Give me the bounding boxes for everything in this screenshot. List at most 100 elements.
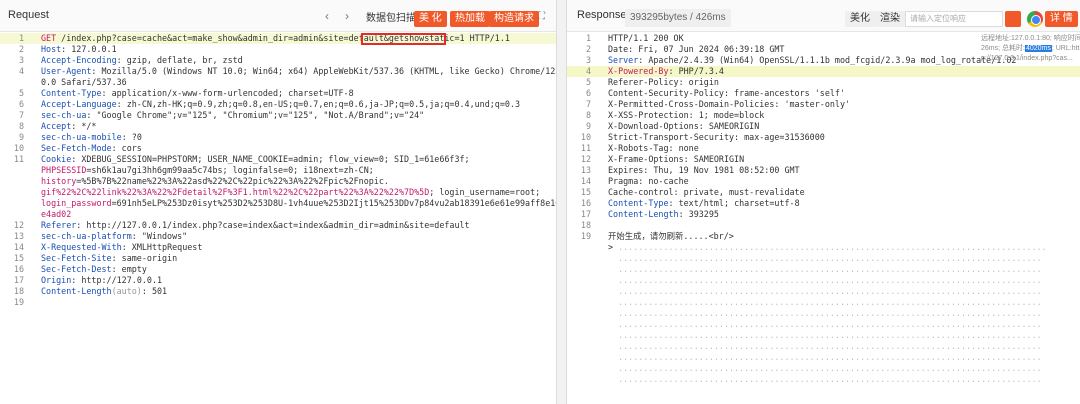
code-token: /index.php?case=cache&act=make_show&admi…	[56, 33, 510, 43]
line-number: 9	[18, 132, 24, 142]
code-token: Expires: Thu, 19 Nov 1981 08:52:00 GMT	[608, 165, 800, 175]
code-token: : text/html; charset=utf-8	[668, 198, 800, 208]
search-icon[interactable]	[1005, 11, 1021, 27]
request-line: 12 Referer: http://127.0.0.1/index.php?ca…	[0, 220, 556, 231]
code-token: GET	[41, 33, 57, 43]
line-text: 开始生成，请勿刷新.....<br/>	[608, 231, 734, 242]
line-text: Content-Length: 393295	[608, 209, 719, 220]
response-stats: 393295bytes / 426ms	[625, 9, 731, 27]
code-token: : http://127.0.0.1	[71, 275, 163, 285]
render-button[interactable]: 渲染	[875, 11, 905, 27]
line-text: ........................................…	[608, 374, 1042, 385]
line-number: 8	[585, 110, 591, 120]
code-token: e4ad02	[41, 209, 72, 219]
code-token: User-Agent	[41, 66, 92, 76]
details-button[interactable]: 详 情	[1045, 11, 1078, 27]
request-line: 6 Accept-Language: zh-CN,zh-HK;q=0.9,zh;q…	[0, 99, 556, 110]
line-text: Cache-control: private, must-revalidate	[608, 187, 805, 198]
code-token: X-Permitted-Cross-Domain-Policies: 'mast…	[608, 99, 851, 109]
response-line: 11 X-Robots-Tag: none	[567, 143, 1080, 154]
response-line: ........................................…	[567, 319, 1080, 330]
line-number: 19	[580, 231, 591, 241]
response-line: ........................................…	[567, 363, 1080, 374]
response-line: ........................................…	[567, 330, 1080, 341]
line-number: 6	[585, 88, 591, 98]
line-text: Expires: Thu, 19 Nov 1981 08:52:00 GMT	[608, 165, 800, 176]
request-line: 18 Content-Length(auto): 501	[0, 286, 556, 297]
line-number: 18	[580, 220, 591, 230]
beautify-button[interactable]: 美 化	[414, 11, 447, 27]
line-text: ........................................…	[608, 275, 1042, 286]
meta-line-1: 远程地址:127.0.0.1:80; 响应时间:4	[981, 35, 1080, 42]
request-line: 13 sec-ch-ua-platform: "Windows"	[0, 231, 556, 242]
line-number: 12	[13, 220, 24, 230]
code-token: =sh6k1au7gi3hh6gm99aa5c74bs; loginfalse=…	[86, 165, 374, 175]
request-line: login_password=691nh5eLP%253Dz0isyt%253D…	[0, 198, 556, 209]
response-line: ........................................…	[567, 374, 1080, 385]
forward-arrow-icon[interactable]: ›	[345, 9, 349, 23]
chrome-icon[interactable]	[1027, 11, 1043, 27]
code-token: : zh-CN,zh-HK;q=0.9,zh;q=0.8,en-US;q=0.7…	[116, 99, 521, 109]
code-token: Accept	[41, 121, 72, 131]
code-token: ........................................…	[608, 286, 1042, 296]
line-text: User-Agent: Mozilla/5.0 (Windows NT 10.0…	[41, 66, 556, 77]
hot-load-button[interactable]: 热加载	[450, 11, 490, 27]
line-text: ........................................…	[608, 330, 1042, 341]
code-token: Host	[41, 44, 62, 54]
code-token: ........................................…	[608, 308, 1042, 318]
build-request-button[interactable]: 构造请求	[489, 11, 539, 27]
response-line: ........................................…	[567, 264, 1080, 275]
code-token: Accept-Language	[41, 99, 117, 109]
code-token: Content-Security-Policy: frame-ancestors…	[608, 88, 845, 98]
line-text: GET /index.php?case=cache&act=make_show&…	[41, 33, 510, 44]
code-token: X-Requested-With	[41, 242, 122, 252]
line-text: sec-ch-ua-mobile: ?0	[41, 132, 142, 143]
code-token: >	[608, 242, 619, 252]
line-text: Content-Length(auto): 501	[41, 286, 167, 297]
code-token: Referer	[41, 220, 77, 230]
line-text: HTTP/1.1 200 OK	[608, 33, 684, 44]
line-text: login_password=691nh5eLP%253Dz0isyt%253D…	[41, 198, 556, 209]
response-line: ........................................…	[567, 352, 1080, 363]
code-token: =%5B%7B%22name%22%3A%22asd%22%2C%22pic%2…	[76, 176, 389, 186]
line-text: ........................................…	[608, 352, 1042, 363]
code-token: Sec-Fetch-Dest	[41, 264, 112, 274]
code-token: Sec-Fetch-Site	[41, 253, 112, 263]
line-number: 10	[13, 143, 24, 153]
response-beautify-button[interactable]: 美化	[845, 11, 875, 27]
code-token: : "Windows"	[131, 231, 188, 241]
code-token: : "Google Chrome";v="125", "Chromium";v=…	[86, 110, 425, 120]
pane-splitter[interactable]	[557, 0, 566, 404]
line-text: Server: Apache/2.4.39 (Win64) OpenSSL/1.…	[608, 55, 1016, 66]
request-editor[interactable]: 1 GET /index.php?case=cache&act=make_show…	[0, 33, 556, 308]
response-search-input[interactable]: 请输入定位响应	[905, 11, 1003, 27]
code-token: sec-ch-ua	[41, 110, 87, 120]
line-number: 18	[13, 286, 24, 296]
line-number: 3	[18, 55, 24, 65]
line-number: 16	[13, 264, 24, 274]
line-number: 1	[585, 33, 591, 43]
code-token: Content-Length	[608, 209, 679, 219]
code-token: ........................................…	[608, 253, 1042, 263]
code-token: Cookie	[41, 154, 72, 164]
line-text: ........................................…	[608, 308, 1042, 319]
line-text: X-Download-Options: SAMEORIGIN	[608, 121, 759, 132]
response-viewer[interactable]: 1 HTTP/1.1 200 OK 2 Date: Fri, 07 Jun 2024 …	[567, 33, 1080, 385]
code-token: HTTP/1.1 200 OK	[608, 33, 684, 43]
line-text: PHPSESSID=sh6k1au7gi3hh6gm99aa5c74bs; lo…	[41, 165, 374, 176]
request-line: 2 Host: 127.0.0.1	[0, 44, 556, 55]
line-number: 5	[585, 77, 591, 87]
line-number: 17	[580, 209, 591, 219]
request-line: 7 sec-ch-ua: "Google Chrome";v="125", "Ch…	[0, 110, 556, 121]
expand-icon[interactable]: ⛶	[538, 11, 545, 22]
request-line: 17 Origin: http://127.0.0.1	[0, 275, 556, 286]
total-time-selection: 4020ms	[1024, 45, 1052, 52]
response-line: ........................................…	[567, 297, 1080, 308]
back-arrow-icon[interactable]: ‹	[325, 9, 329, 23]
line-text: ........................................…	[608, 286, 1042, 297]
line-text: 0.0 Safari/537.36	[41, 77, 127, 88]
response-pane: Responses 393295bytes / 426ms 美化 渲染 请输入定…	[566, 0, 1080, 404]
code-token: : application/x-www-form-urlencoded; cha…	[101, 88, 354, 98]
request-line: PHPSESSID=sh6k1au7gi3hh6gm99aa5c74bs; lo…	[0, 165, 556, 176]
packet-scan-button[interactable]: 数据包扫描	[361, 11, 421, 27]
